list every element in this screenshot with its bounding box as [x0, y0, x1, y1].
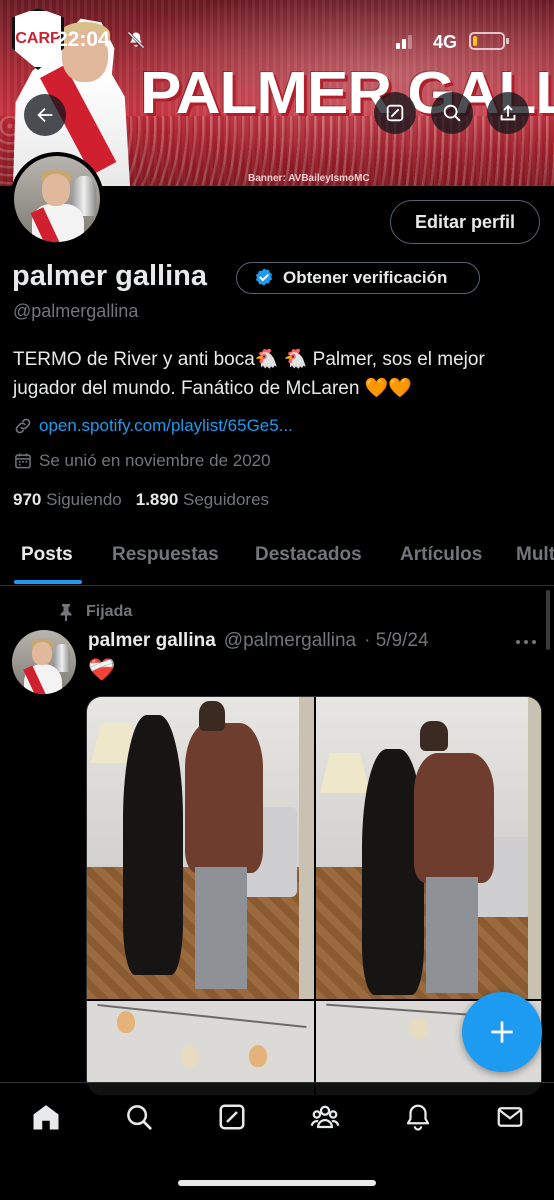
photo-mirror-frame	[299, 697, 314, 999]
photo-head	[420, 721, 448, 751]
profile-bio: TERMO de River y anti boca🐔 🐔 Palmer, so…	[13, 349, 485, 399]
post-photo-2[interactable]	[316, 697, 541, 999]
messages-icon	[497, 1107, 523, 1127]
tab-articles[interactable]: Artículos	[400, 544, 482, 566]
grok-icon	[386, 104, 404, 122]
battery-level	[473, 36, 477, 46]
follow-stats: 970 Siguiendo 1.890 Seguidores	[13, 490, 269, 510]
display-name: palmer gallina	[12, 260, 208, 292]
search-icon	[127, 1105, 152, 1130]
photo-light-2	[181, 1045, 199, 1067]
photo-jeans	[195, 867, 247, 989]
share-icon	[500, 104, 516, 121]
crest-text: CARP	[15, 30, 61, 47]
post-author-handle[interactable]: @palmergallina	[224, 630, 356, 652]
status-time: 22:04	[56, 28, 110, 51]
grok-icon	[219, 1104, 245, 1130]
battery-nub	[506, 38, 509, 44]
followers-stat[interactable]: 1.890 Seguidores	[136, 490, 269, 510]
post-author-name[interactable]: palmer gallina	[88, 630, 216, 652]
followers-count: 1.890	[135, 490, 179, 509]
nav-home[interactable]	[30, 1101, 62, 1133]
battery-icon	[469, 32, 509, 50]
pin-icon	[60, 604, 72, 621]
nav-messages[interactable]	[494, 1101, 526, 1133]
search-button[interactable]	[431, 92, 473, 134]
photo-person-hoodie	[414, 753, 494, 883]
nav-communities[interactable]	[309, 1101, 341, 1133]
tab-media[interactable]: Multimedia	[516, 544, 554, 566]
tab-highlights[interactable]: Destacados	[255, 544, 362, 566]
bell-mute-icon	[127, 31, 145, 49]
nav-search[interactable]	[123, 1101, 155, 1133]
back-button[interactable]	[24, 94, 66, 136]
home-icon	[33, 1105, 59, 1130]
post-author-avatar[interactable]	[12, 630, 76, 694]
verified-badge-icon	[255, 268, 273, 286]
profile-tabs: Posts Respuestas Destacados Artículos Mu…	[0, 528, 554, 586]
post-header: palmer gallina @palmergallina · 5/9/24	[88, 630, 429, 652]
plus-icon	[491, 1021, 513, 1043]
back-arrow-icon	[37, 107, 53, 123]
following-stat[interactable]: 970 Siguiendo	[13, 490, 122, 510]
photo-mirror-frame	[528, 697, 541, 999]
profile-link-row[interactable]: open.spotify.com/playlist/65Ge5...	[13, 416, 293, 436]
post-date-value: 5/9/24	[375, 630, 429, 651]
share-button[interactable]	[487, 92, 529, 134]
get-verified-label: Obtener verificación	[283, 268, 448, 287]
more-options-icon[interactable]	[516, 632, 542, 652]
banner-credit: Banner: AVBaileyIsmoMC	[248, 173, 370, 184]
post-date[interactable]: · 5/9/24	[364, 630, 428, 652]
tab-replies[interactable]: Respuestas	[112, 544, 219, 566]
following-count: 970	[13, 490, 42, 509]
nav-grok[interactable]	[216, 1101, 248, 1133]
following-label: Siguiendo	[46, 490, 122, 509]
home-indicator[interactable]	[178, 1180, 376, 1186]
communities-icon	[310, 1105, 340, 1129]
signal-icon	[396, 35, 412, 49]
post-photo-1[interactable]	[87, 697, 314, 999]
tab-posts[interactable]: Posts	[21, 544, 73, 566]
photo-light-1	[410, 1017, 428, 1039]
edit-profile-button[interactable]: Editar perfil	[390, 200, 540, 244]
link-icon	[15, 418, 31, 434]
compose-post-button[interactable]	[462, 992, 542, 1072]
followers-label: Seguidores	[183, 490, 270, 509]
profile-handle: @palmergallina	[13, 301, 139, 321]
active-tab-indicator	[14, 580, 82, 584]
pinned-label: Fijada	[86, 603, 133, 620]
get-verified-button[interactable]: Obtener verificación	[236, 262, 480, 294]
photo-head	[199, 701, 225, 731]
post-avatar-head	[32, 642, 52, 665]
post-avatar-trophy	[54, 644, 70, 672]
photo-light-3	[249, 1045, 267, 1067]
joined-row: Se unió en noviembre de 2020	[13, 451, 271, 471]
post-text: ❤️‍🩹	[88, 657, 116, 682]
pinned-indicator: Fijada	[58, 603, 132, 621]
photo-person-dark	[123, 715, 183, 975]
profile-link[interactable]: open.spotify.com/playlist/65Ge5...	[39, 416, 293, 436]
profile-avatar[interactable]	[10, 152, 104, 246]
scrollbar[interactable]	[546, 590, 550, 650]
search-icon	[443, 104, 461, 122]
network-type: 4G	[433, 32, 458, 52]
photo-jeans	[426, 877, 478, 993]
photo-person-hoodie	[185, 723, 263, 873]
avatar-head	[42, 174, 70, 206]
notifications-icon	[406, 1104, 430, 1131]
grok-button[interactable]	[374, 92, 416, 134]
joined-date: Se unió en noviembre de 2020	[39, 451, 271, 470]
photo-light-1	[117, 1011, 135, 1033]
calendar-icon	[15, 453, 31, 469]
nav-notifications[interactable]	[402, 1101, 434, 1133]
post-separator: ·	[364, 630, 371, 651]
